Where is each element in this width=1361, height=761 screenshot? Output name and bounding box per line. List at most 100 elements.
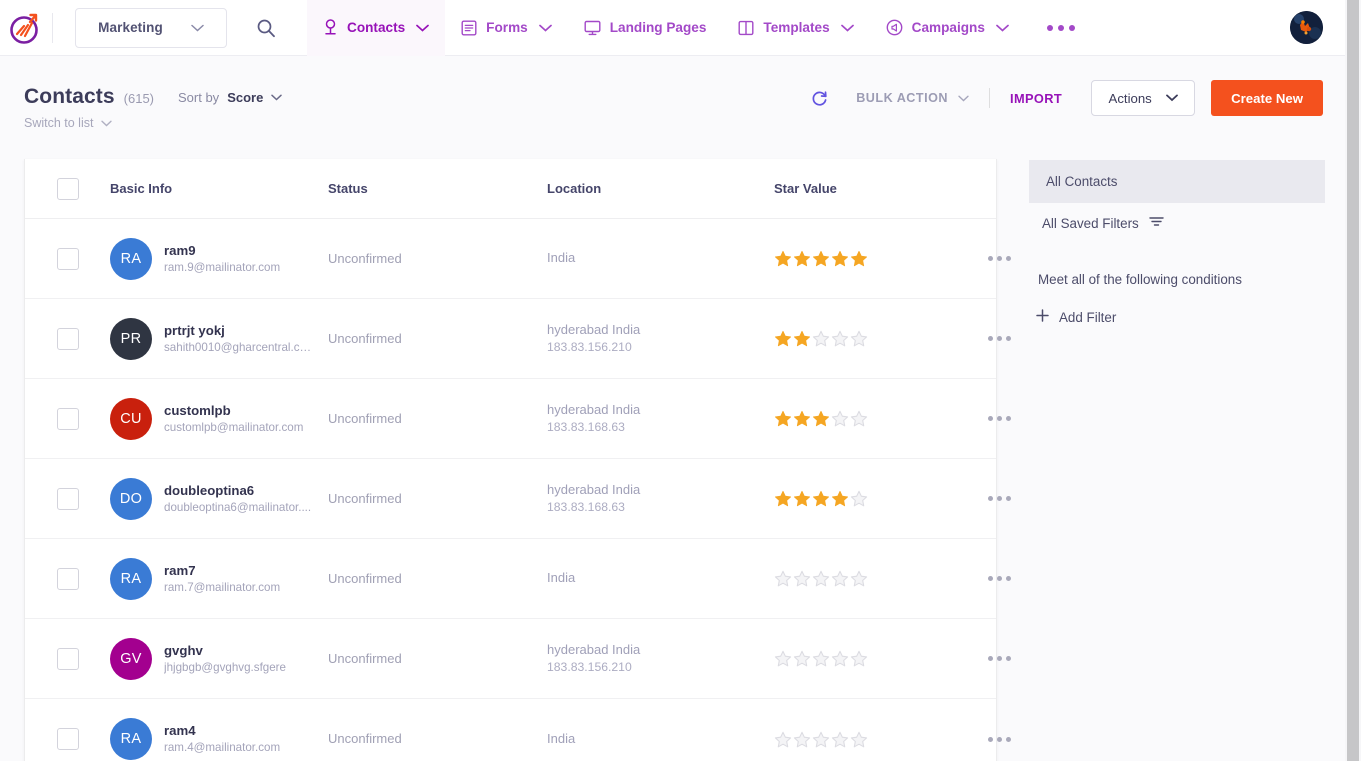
star-icon[interactable]	[850, 410, 868, 427]
star-icon[interactable]	[831, 410, 849, 427]
row-menu-button[interactable]	[988, 256, 1011, 261]
star-icon[interactable]	[850, 570, 868, 587]
row-checkbox[interactable]	[57, 248, 79, 270]
star-icon[interactable]	[774, 731, 792, 748]
star-rating[interactable]	[774, 731, 959, 748]
row-checkbox[interactable]	[57, 408, 79, 430]
select-all-checkbox[interactable]	[57, 178, 79, 200]
org-selector[interactable]: Marketing	[75, 8, 227, 48]
table-row[interactable]: PR prtrjt yokj sahith0010@gharcentral.co…	[25, 299, 996, 379]
star-rating[interactable]	[774, 410, 959, 427]
table-row[interactable]: RA ram4 ram.4@mailinator.com Unconfirmed…	[25, 699, 996, 761]
star-icon[interactable]	[812, 330, 830, 347]
column-header-status[interactable]: Status	[328, 181, 547, 196]
nav-item-forms[interactable]: Forms	[445, 0, 568, 56]
refresh-button[interactable]	[804, 83, 834, 113]
table-row[interactable]: DO doubleoptina6 doubleoptina6@mailinato…	[25, 459, 996, 539]
contact-email: ram.9@mailinator.com	[164, 260, 280, 276]
star-icon[interactable]	[793, 250, 811, 267]
all-contacts-item[interactable]: All Contacts	[1029, 160, 1325, 203]
star-icon[interactable]	[793, 650, 811, 667]
star-icon[interactable]	[831, 731, 849, 748]
add-filter-button[interactable]: Add Filter	[1036, 309, 1116, 326]
user-avatar[interactable]	[1290, 11, 1323, 44]
row-menu-button[interactable]	[988, 336, 1011, 341]
sort-by-control[interactable]: Sort by Score	[178, 88, 282, 106]
star-icon[interactable]	[793, 490, 811, 507]
star-icon[interactable]	[850, 650, 868, 667]
star-icon[interactable]	[812, 250, 830, 267]
star-rating[interactable]	[774, 490, 959, 507]
more-horizontal-icon	[997, 737, 1002, 742]
nav-item-contacts[interactable]: Contacts	[307, 0, 445, 56]
table-row[interactable]: RA ram7 ram.7@mailinator.com Unconfirmed…	[25, 539, 996, 619]
nav-item-campaigns[interactable]: Campaigns	[870, 0, 1025, 56]
star-icon[interactable]	[812, 570, 830, 587]
page-scrollbar[interactable]	[1345, 0, 1361, 761]
all-saved-filters-item[interactable]: All Saved Filters	[1042, 214, 1164, 232]
nav-item-templates[interactable]: Templates	[722, 0, 869, 56]
contact-name[interactable]: prtrjt yokj	[164, 322, 312, 340]
row-menu-button[interactable]	[988, 416, 1011, 421]
star-icon[interactable]	[812, 410, 830, 427]
star-icon[interactable]	[850, 731, 868, 748]
column-header-location[interactable]: Location	[547, 181, 774, 196]
star-icon[interactable]	[812, 731, 830, 748]
column-header-basic-info[interactable]: Basic Info	[110, 181, 328, 196]
star-icon[interactable]	[774, 570, 792, 587]
row-menu-button[interactable]	[988, 496, 1011, 501]
star-icon[interactable]	[793, 731, 811, 748]
star-icon[interactable]	[774, 330, 792, 347]
star-icon[interactable]	[774, 410, 792, 427]
contact-name[interactable]: ram4	[164, 722, 280, 740]
row-menu-button[interactable]	[988, 576, 1011, 581]
search-button[interactable]	[251, 13, 281, 43]
star-icon[interactable]	[850, 490, 868, 507]
star-icon[interactable]	[831, 570, 849, 587]
contact-name[interactable]: ram7	[164, 562, 280, 580]
star-rating[interactable]	[774, 330, 959, 347]
contact-name[interactable]: gvghv	[164, 642, 286, 660]
cell-status: Unconfirmed	[328, 490, 547, 508]
table-row[interactable]: CU customlpb customlpb@mailinator.com Un…	[25, 379, 996, 459]
star-icon[interactable]	[812, 650, 830, 667]
row-checkbox[interactable]	[57, 328, 79, 350]
star-icon[interactable]	[774, 250, 792, 267]
row-menu-button[interactable]	[988, 656, 1011, 661]
star-icon[interactable]	[831, 250, 849, 267]
star-rating[interactable]	[774, 250, 959, 267]
row-menu-button[interactable]	[988, 737, 1011, 742]
row-checkbox[interactable]	[57, 728, 79, 750]
star-icon[interactable]	[793, 570, 811, 587]
row-checkbox[interactable]	[57, 568, 79, 590]
bulk-action-dropdown[interactable]: BULK ACTION	[856, 89, 969, 107]
column-header-star-value[interactable]: Star Value	[774, 181, 959, 196]
contact-name[interactable]: doubleoptina6	[164, 482, 311, 500]
app-logo[interactable]	[0, 0, 52, 56]
contact-name[interactable]: ram9	[164, 242, 280, 260]
contact-name[interactable]: customlpb	[164, 402, 303, 420]
star-icon[interactable]	[793, 410, 811, 427]
scrollbar-thumb[interactable]	[1347, 0, 1359, 761]
switch-to-list-toggle[interactable]: Switch to list	[24, 116, 112, 130]
star-rating[interactable]	[774, 650, 959, 667]
star-icon[interactable]	[774, 490, 792, 507]
row-checkbox[interactable]	[57, 488, 79, 510]
table-row[interactable]: GV gvghv jhjgbgb@gvghvg.sfgere Unconfirm…	[25, 619, 996, 699]
row-checkbox[interactable]	[57, 648, 79, 670]
cell-status: Unconfirmed	[328, 570, 547, 588]
star-icon[interactable]	[774, 650, 792, 667]
star-icon[interactable]	[831, 650, 849, 667]
star-rating[interactable]	[774, 570, 959, 587]
star-icon[interactable]	[850, 330, 868, 347]
more-horizontal-icon	[997, 576, 1002, 581]
nav-overflow-button[interactable]	[1031, 0, 1091, 56]
row-select-cell	[25, 648, 110, 670]
star-icon[interactable]	[793, 330, 811, 347]
star-icon[interactable]	[831, 490, 849, 507]
table-row[interactable]: RA ram9 ram.9@mailinator.com Unconfirmed…	[25, 219, 996, 299]
star-icon[interactable]	[831, 330, 849, 347]
star-icon[interactable]	[812, 490, 830, 507]
star-icon[interactable]	[850, 250, 868, 267]
nav-item-landing-pages[interactable]: Landing Pages	[568, 0, 723, 56]
